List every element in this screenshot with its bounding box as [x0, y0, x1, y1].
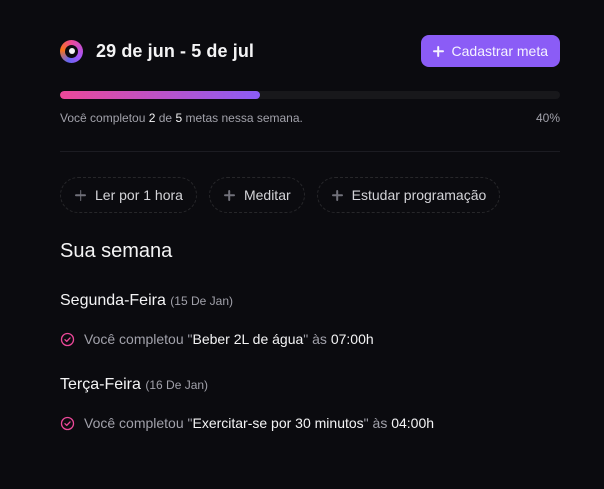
day-date: (15 De Jan) [170, 294, 233, 308]
progress-percent: 40% [535, 111, 560, 125]
day-heading-monday: Segunda-Feira (15 De Jan) [60, 292, 233, 310]
circle-check-icon [60, 332, 75, 346]
entry-goal: Beber 2L de água [192, 331, 304, 347]
goal-chip-estudar[interactable]: Estudar programação [316, 177, 501, 213]
entry-time: 04:00h [391, 415, 435, 431]
divider [60, 151, 560, 152]
entry-goal: Exercitar-se por 30 minutos [192, 415, 364, 431]
goal-chip-ler[interactable]: Ler por 1 hora [60, 177, 197, 213]
progress-bar [60, 91, 560, 99]
header-left: 29 de jun - 5 de jul [60, 39, 255, 63]
pending-goals: Ler por 1 hora Meditar Estudar programaç… [60, 177, 501, 213]
day-name: Terça-Feira [60, 376, 141, 393]
day-name: Segunda-Feira [60, 292, 166, 309]
add-goal-label: Cadastrar meta [451, 43, 548, 59]
week-title: Sua semana [60, 240, 173, 262]
day-date: (16 De Jan) [145, 378, 209, 392]
goal-chip-meditar[interactable]: Meditar [208, 177, 305, 213]
day-heading-tuesday: Terça-Feira (16 De Jan) [60, 376, 208, 394]
goal-chip-label: Ler por 1 hora [95, 187, 183, 203]
progress-info: Você completou 2 de 5 metas nessa semana… [60, 111, 560, 125]
date-range: 29 de jun - 5 de jul [96, 40, 255, 61]
goal-chip-label: Meditar [243, 187, 291, 203]
weekly-summary: 29 de jun - 5 de jul Cadastrar meta Você… [0, 0, 604, 489]
header: 29 de jun - 5 de jul Cadastrar meta [60, 35, 560, 67]
circle-check-icon [60, 416, 75, 430]
entry-text: Você completou "Exercitar-se por 30 minu… [84, 415, 435, 431]
plus-icon [433, 46, 444, 57]
entry-time: 07:00h [330, 331, 374, 347]
completion-entry: Você completou "Exercitar-se por 30 minu… [60, 415, 434, 431]
plus-icon [224, 190, 235, 201]
completion-entry: Você completou "Beber 2L de água" às 07:… [60, 331, 374, 347]
progress-text: Você completou 2 de 5 metas nessa semana… [60, 111, 303, 125]
app-logo-icon [60, 39, 83, 63]
progress-fill [60, 91, 260, 99]
plus-icon [332, 190, 343, 201]
add-goal-button[interactable]: Cadastrar meta [420, 35, 560, 67]
plus-icon [75, 190, 86, 201]
goal-chip-label: Estudar programação [351, 187, 487, 203]
entry-text: Você completou "Beber 2L de água" às 07:… [84, 331, 374, 347]
